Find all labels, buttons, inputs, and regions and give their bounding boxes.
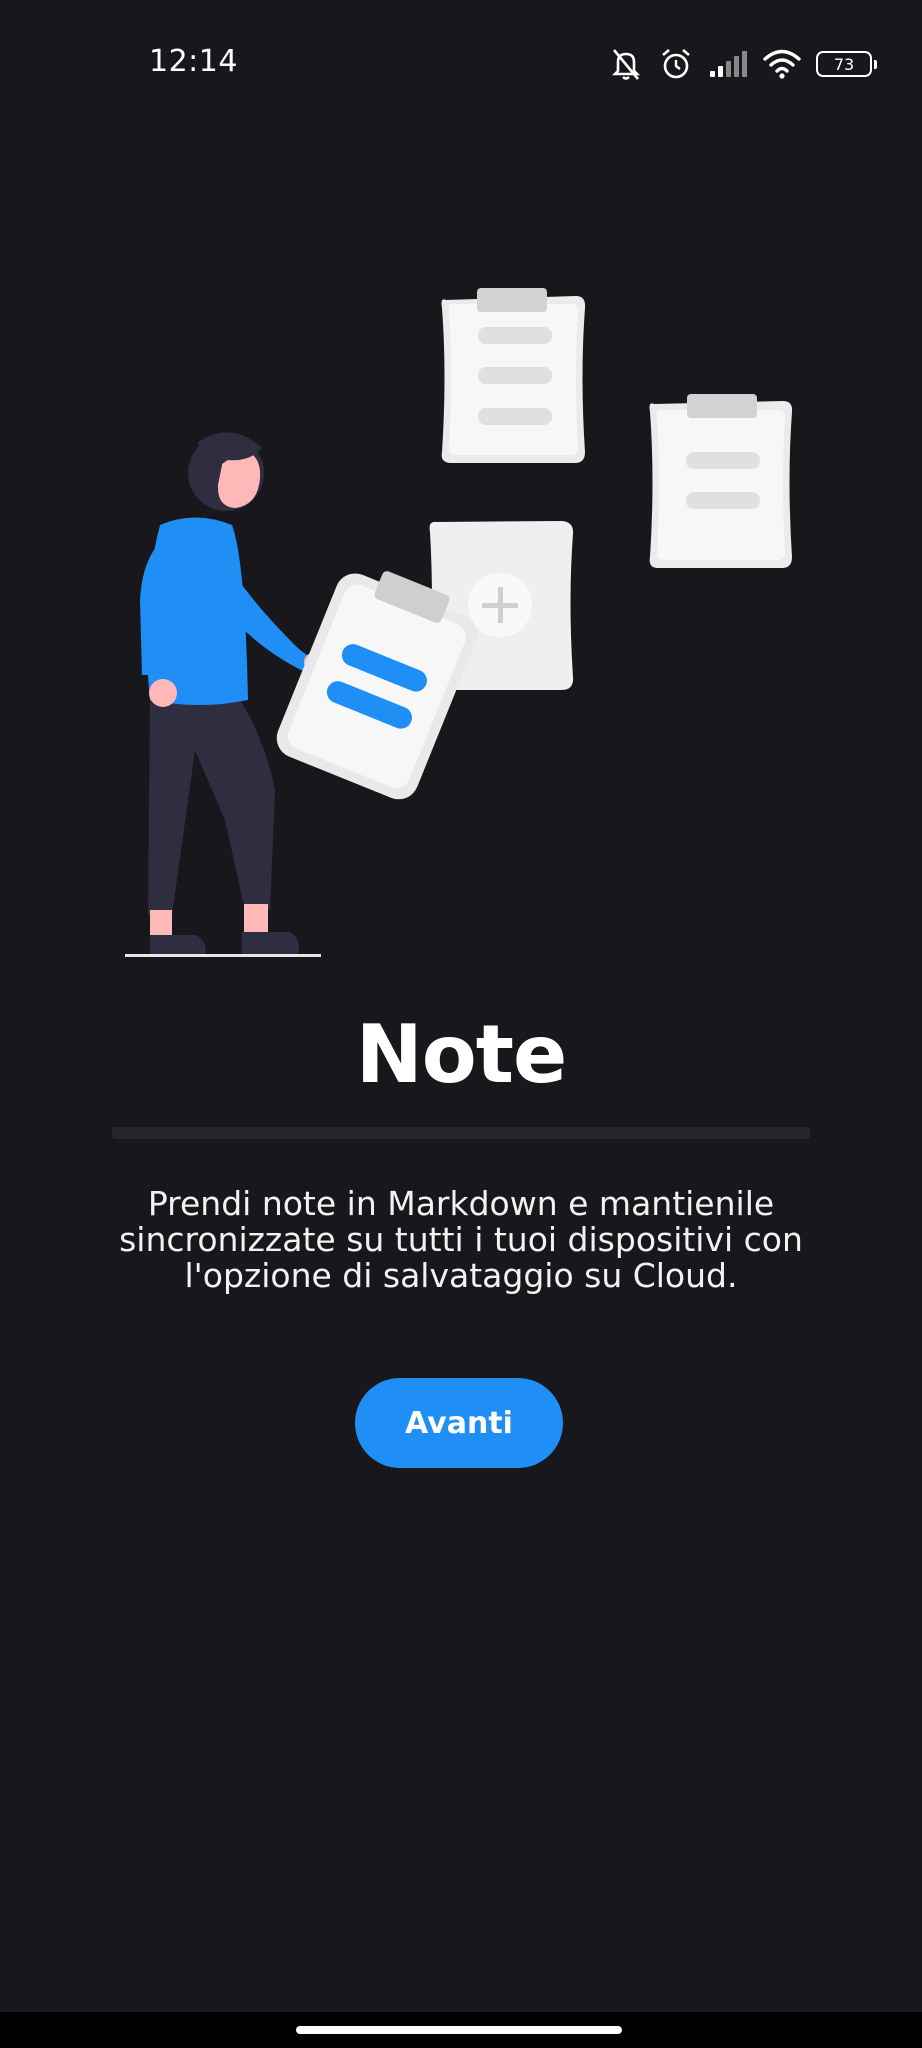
note-card-top: [441, 288, 586, 463]
status-bar: 12:14 73: [0, 0, 922, 128]
person-figure: [125, 432, 322, 957]
signal-icon: [708, 49, 748, 79]
status-icons: 73: [608, 44, 877, 84]
status-time: 12:14: [149, 44, 238, 79]
next-button[interactable]: Avanti: [355, 1378, 563, 1468]
page-title: Note: [355, 1008, 567, 1101]
alarm-icon: [658, 46, 694, 82]
onboarding-illustration: [0, 260, 922, 980]
battery-icon: 73: [816, 51, 877, 77]
wifi-icon: [762, 48, 802, 80]
muted-bell-icon: [608, 46, 644, 82]
home-indicator[interactable]: [296, 2026, 622, 2034]
divider: [112, 1127, 810, 1139]
note-card-right: [649, 394, 793, 568]
onboarding-description: Prendi note in Markdown e mantienile sin…: [119, 1184, 803, 1295]
